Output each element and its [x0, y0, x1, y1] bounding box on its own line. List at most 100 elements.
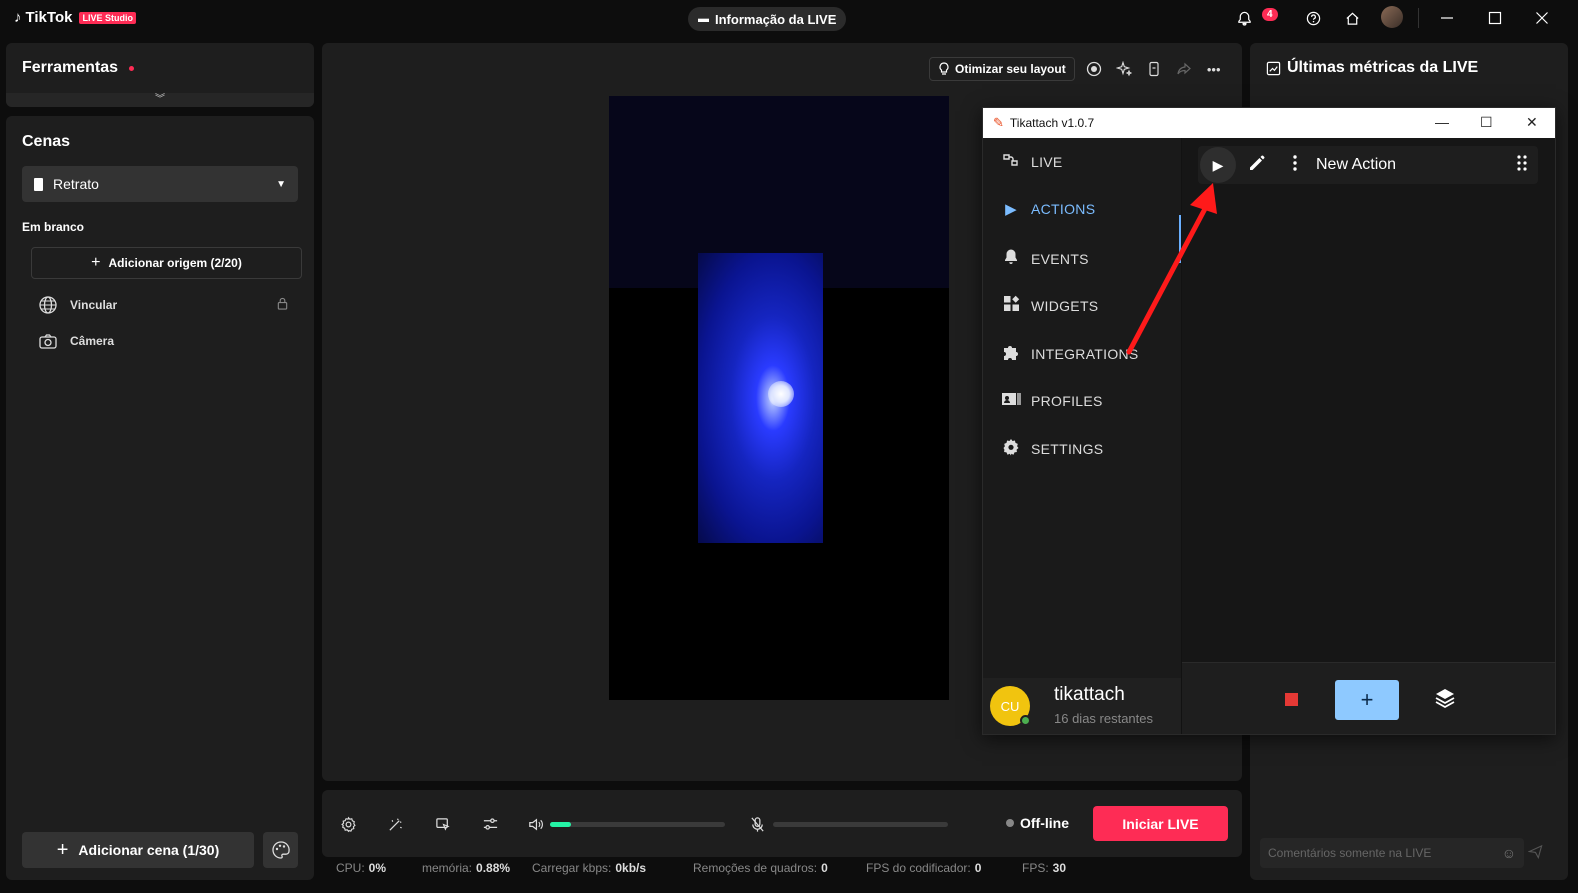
- info-card-icon: ▬: [698, 13, 709, 25]
- stat-fps: FPS: 30: [1022, 861, 1066, 875]
- nav-label: LIVE: [1031, 154, 1063, 170]
- lightbulb-icon: [939, 62, 949, 75]
- mic-slider[interactable]: [773, 822, 948, 827]
- galaxy-image[interactable]: [698, 253, 823, 543]
- more-horizontal-icon[interactable]: •••: [1203, 58, 1225, 80]
- layers-icon[interactable]: [1434, 687, 1456, 714]
- live-info-button[interactable]: ▬ Informação da LIVE: [688, 7, 847, 31]
- play-icon: ▶: [1005, 201, 1017, 218]
- minimize-icon[interactable]: [1437, 8, 1457, 28]
- drag-handle-icon[interactable]: [1516, 154, 1528, 176]
- metrics-title: Últimas métricas da LIVE: [1287, 59, 1479, 76]
- minimize-icon[interactable]: —: [1435, 114, 1449, 130]
- live-status: Off-line: [1006, 815, 1069, 831]
- speaker-icon[interactable]: [525, 814, 545, 834]
- palette-button[interactable]: [263, 832, 298, 868]
- app-name: TikTok: [25, 9, 73, 26]
- more-vertical-icon[interactable]: [1292, 154, 1298, 177]
- nav-item-widgets[interactable]: WIDGETS: [1001, 295, 1098, 316]
- online-status-dot: [1020, 715, 1031, 726]
- nav-label: WIDGETS: [1031, 297, 1099, 314]
- maximize-icon[interactable]: ☐: [1480, 114, 1493, 131]
- stat-dropped-frames: Remoções de quadros: 0: [693, 861, 828, 875]
- nav-item-profiles[interactable]: PROFILES: [1001, 391, 1103, 411]
- stat-memory: memória: 0.88%: [422, 861, 510, 875]
- home-icon[interactable]: [1342, 8, 1362, 28]
- avatar[interactable]: [1381, 6, 1403, 28]
- close-icon[interactable]: ✕: [1526, 114, 1538, 131]
- share-icon[interactable]: [1173, 58, 1195, 80]
- stat-upload: Carregar kbps: 0kb/s: [532, 861, 646, 875]
- start-live-label: Iniciar LIVE: [1122, 815, 1199, 832]
- send-icon[interactable]: [1527, 844, 1543, 862]
- comment-input[interactable]: Comentários somente na LIVE ☺: [1260, 838, 1524, 868]
- source-item-camera[interactable]: Câmera: [38, 331, 114, 351]
- optimize-layout-button[interactable]: Otimizar seu layout: [929, 57, 1075, 81]
- close-icon[interactable]: [1532, 8, 1552, 28]
- add-scene-label: Adicionar cena (1/30): [78, 842, 220, 858]
- start-live-button[interactable]: Iniciar LIVE: [1093, 806, 1228, 841]
- tools-title: Ferramentas: [22, 59, 119, 76]
- help-icon[interactable]: [1303, 8, 1323, 28]
- action-name: New Action: [1316, 156, 1397, 173]
- live-preview-canvas[interactable]: [609, 96, 949, 700]
- nav-item-events[interactable]: EVENTS: [1001, 248, 1089, 269]
- emoji-icon[interactable]: ☺: [1502, 845, 1516, 861]
- settings-icon[interactable]: [338, 814, 358, 834]
- plus-icon: +: [1360, 687, 1374, 712]
- add-source-button[interactable]: + Adicionar origem (2/20): [31, 247, 302, 279]
- scene-group-label: Em branco: [22, 220, 85, 234]
- scene-select[interactable]: Retrato ▼: [22, 166, 298, 202]
- sparkle-icon[interactable]: [1113, 58, 1135, 80]
- nav-label: PROFILES: [1031, 393, 1103, 409]
- phone-frame-icon[interactable]: [1143, 58, 1165, 80]
- volume-slider[interactable]: [550, 822, 725, 827]
- phone-portrait-icon: [34, 177, 43, 191]
- add-scene-button[interactable]: + Adicionar cena (1/30): [22, 832, 254, 868]
- camera-icon: [39, 334, 57, 349]
- nav-item-actions[interactable]: ▶ ACTIONS: [1001, 200, 1095, 218]
- preview-toolbar: Otimizar seu layout •••: [929, 57, 1225, 81]
- nav-item-live[interactable]: LIVE: [1001, 152, 1063, 172]
- plus-icon: +: [56, 838, 69, 861]
- tools-alert-dot: [129, 66, 134, 71]
- source-item-vincular[interactable]: Vincular: [38, 295, 117, 315]
- actions-footer: +: [1182, 662, 1555, 734]
- palette-icon: [271, 841, 290, 859]
- maximize-icon[interactable]: [1485, 8, 1505, 28]
- expand-tools-button[interactable]: ︾: [6, 93, 314, 107]
- status-dot: [1006, 819, 1014, 827]
- edit-icon[interactable]: [1248, 154, 1266, 177]
- sliders-icon[interactable]: [480, 814, 500, 834]
- tikattach-title: Tikattach v1.0.7: [1009, 116, 1095, 130]
- nav-item-settings[interactable]: SETTINGS: [1001, 438, 1103, 460]
- stat-value: 0: [821, 861, 828, 875]
- stop-icon[interactable]: [1285, 693, 1298, 706]
- nav-item-integrations[interactable]: INTEGRATIONS: [1001, 343, 1139, 365]
- caret-down-icon: ▼: [276, 178, 286, 190]
- optimize-layout-label: Otimizar seu layout: [955, 62, 1066, 76]
- screen-share-icon[interactable]: [433, 814, 453, 834]
- play-icon: ▶: [1212, 156, 1224, 173]
- nav-label: SETTINGS: [1031, 441, 1104, 457]
- stat-label: Remoções de quadros:: [693, 861, 818, 875]
- mic-muted-icon[interactable]: [747, 814, 767, 834]
- nav-label: EVENTS: [1031, 250, 1089, 267]
- bell-icon: [1001, 248, 1021, 269]
- gear-icon: [1001, 438, 1021, 460]
- widgets-icon: [1001, 295, 1021, 316]
- bell-icon[interactable]: [1234, 8, 1254, 28]
- comment-placeholder: Comentários somente na LIVE: [1268, 846, 1432, 860]
- action-item[interactable]: ▶ New Action: [1198, 146, 1538, 184]
- record-icon[interactable]: [1083, 58, 1105, 80]
- stat-value: 0.88%: [476, 861, 511, 875]
- lock-icon[interactable]: [276, 297, 289, 313]
- magic-wand-icon[interactable]: [385, 814, 405, 834]
- play-action-button[interactable]: ▶: [1200, 147, 1236, 183]
- stat-cpu: CPU: 0%: [336, 861, 386, 875]
- add-action-button[interactable]: +: [1335, 680, 1399, 720]
- user-profile[interactable]: CU tikattach 16 dias restantes: [983, 678, 1181, 734]
- live-icon: [1001, 152, 1021, 172]
- scenes-panel: Cenas Retrato ▼ Em branco + Adicionar or…: [6, 116, 314, 880]
- profile-card-icon: [1001, 391, 1021, 411]
